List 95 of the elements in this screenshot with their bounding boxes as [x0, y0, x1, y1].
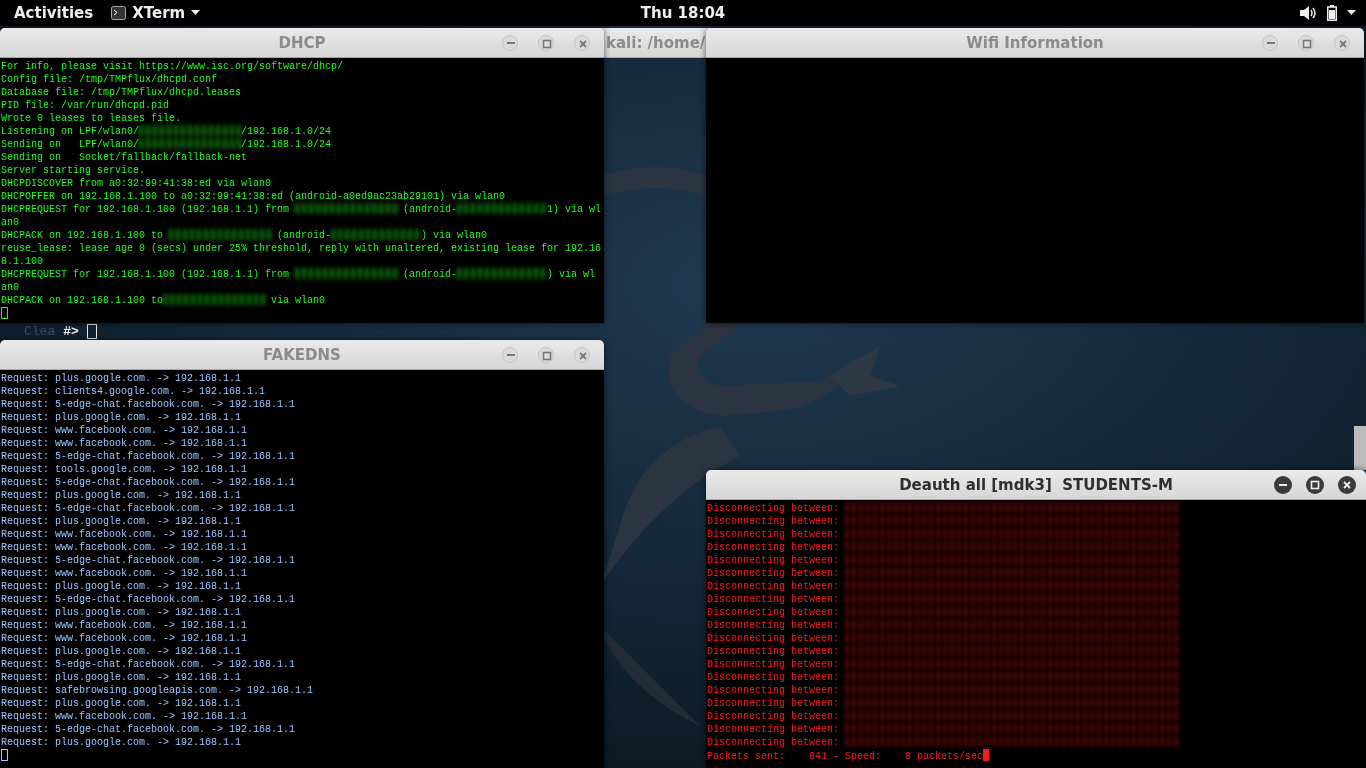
terminal-text: Disconnecting between: — [707, 672, 841, 683]
terminal-text: Disconnecting between: — [707, 659, 841, 670]
terminal-text: Sending on LPF/wlan0/ — [1, 139, 140, 150]
caret-icon[interactable] — [1347, 10, 1356, 16]
window-title: Wifi Information — [966, 33, 1104, 52]
terminal-text: Disconnecting between: — [707, 724, 841, 735]
terminal-text: Disconnecting between: — [707, 685, 841, 696]
terminal-text: Disconnecting between: — [707, 568, 841, 579]
window-title: kali: /home/ — [606, 33, 706, 52]
terminal-text: DHCPOFFER on 192.168.1.100 to a0:32:99:41:38:ed (android-a0ed9ac23ab29101) via wlan0 — [1, 191, 506, 202]
terminal-text: Request: clients4.google.com. -> 192.168.1.1 — [1, 386, 266, 397]
terminal-text: Server starting service. — [1, 165, 146, 176]
terminal-text: Request: plus.google.com. -> 192.168.1.1 — [1, 737, 242, 748]
terminal-text: Request: www.facebook.com. -> 192.168.1.1 — [1, 711, 248, 722]
terminal-text: Disconnecting between: — [707, 594, 841, 605]
terminal-text: Request: 5-edge-chat.facebook.com. -> 192.168.1.1 — [1, 555, 296, 566]
terminal-text: Disconnecting between: — [707, 698, 841, 709]
terminal-text: Disconnecting between: — [707, 529, 841, 540]
terminal-text: Request: 5-edge-chat.facebook.com. -> 192.168.1.1 — [1, 594, 296, 605]
terminal-text: Database file: /tmp/TMPflux/dhcpd.leases — [1, 87, 242, 98]
terminal-text: Request: 5-edge-chat.facebook.com. -> 192.168.1.1 — [1, 477, 296, 488]
terminal-text: Request: www.facebook.com. -> 192.168.1.1 — [1, 542, 248, 553]
terminal-text: an0 — [1, 282, 19, 293]
terminal-text: /192.168.1.0/24 — [241, 139, 332, 150]
terminal-text: DHCPREQUEST for 192.168.1.100 (192.168.1.1) from — [1, 269, 291, 280]
terminal-text: Disconnecting between: — [707, 646, 841, 657]
terminal-text: Disconnecting between: — [707, 503, 841, 514]
terminal-text: Config file: /tmp/TMPflux/dhcpd.conf — [1, 74, 218, 85]
terminal-text: Request: plus.google.com. -> 192.168.1.1 — [1, 672, 242, 683]
terminal-text: DHCPREQUEST for 192.168.1.100 (192.168.1.1) from — [1, 204, 291, 215]
terminal-text: 8.1.100 — [1, 256, 43, 267]
prompt-text: #> — [63, 324, 79, 340]
terminal-text: Request: tools.google.com. -> 192.168.1.1 — [1, 464, 248, 475]
terminal-text: ) via wlan0 — [421, 230, 488, 241]
activities-button[interactable]: Activities — [10, 4, 98, 22]
terminal-text: reuse_lease: lease age 0 (secs) under 25% threshold, reply with unaltered, existing lease for 192.16 — [1, 243, 602, 254]
terminal-text: Request: 5-edge-chat.facebook.com. -> 192.168.1.1 — [1, 451, 296, 462]
terminal-text: Request: safebrowsing.googleapis.com. -> 192.168.1.1 — [1, 685, 314, 696]
close-button[interactable] — [1338, 475, 1356, 494]
terminal-text: Wrote 0 leases to leases file. — [1, 113, 182, 124]
terminal-text: Disconnecting between: — [707, 633, 841, 644]
terminal-text: Disconnecting between: — [707, 737, 841, 748]
terminal-text: Request: 5-edge-chat.facebook.com. -> 192.168.1.1 — [1, 724, 296, 735]
terminal-text: Request: plus.google.com. -> 192.168.1.1 — [1, 516, 242, 527]
terminal-text: Packets sent: 841 - Speed: 8 packets/sec — [707, 751, 984, 762]
terminal-text: Disconnecting between: — [707, 581, 841, 592]
terminal-text: Request: plus.google.com. -> 192.168.1.1 — [1, 373, 242, 384]
terminal-text: Request: 5-edge-chat.facebook.com. -> 192.168.1.1 — [1, 399, 296, 410]
terminal-text: Disconnecting between: — [707, 516, 841, 527]
terminal-text: Request: plus.google.com. -> 192.168.1.1 — [1, 698, 242, 709]
text-cursor — [86, 324, 97, 339]
terminal-text: Request: plus.google.com. -> 192.168.1.1 — [1, 646, 242, 657]
terminal-text: Disconnecting between: — [707, 555, 841, 566]
terminal-text: Request: plus.google.com. -> 192.168.1.1 — [1, 490, 242, 501]
terminal-text: Request: 5-edge-chat.facebook.com. -> 192.168.1.1 — [1, 659, 296, 670]
terminal-text: Request: www.facebook.com. -> 192.168.1.1 — [1, 633, 248, 644]
terminal-text: DHCPACK on 192.168.1.100 to — [1, 295, 164, 306]
terminal-text: DHCPDISCOVER from a0:32:99:41:38:ed via wlan0 — [1, 178, 272, 189]
terminal-text: via wlan0 — [270, 295, 326, 306]
terminal-text: ) via wl — [547, 269, 596, 280]
terminal-text: Sending on Socket/fallback/fallback-net — [1, 152, 248, 163]
window-title: FAKEDNS — [263, 345, 341, 364]
terminal-text: Request: 5-edge-chat.facebook.com. -> 192.168.1.1 — [1, 503, 296, 514]
window-title: Deauth all [mdk3] STUDENTS-M — [899, 475, 1173, 494]
terminal-text: Request: plus.google.com. -> 192.168.1.1 — [1, 581, 242, 592]
terminal-text: Disconnecting between: — [707, 542, 841, 553]
terminal-text: /192.168.1.0/24 — [241, 126, 332, 137]
terminal-text: PID file: /var/run/dhcpd.pid — [1, 100, 170, 111]
window-title: DHCP — [278, 33, 326, 52]
terminal-text: Disconnecting between: — [707, 711, 841, 722]
terminal-text: Disconnecting between: — [707, 607, 841, 618]
terminal-text: Request: www.facebook.com. -> 192.168.1.1 — [1, 529, 248, 540]
terminal-icon — [111, 6, 127, 20]
volume-icon[interactable] — [1300, 6, 1317, 20]
terminal-text: Request: www.facebook.com. -> 192.168.1.1 — [1, 620, 248, 631]
terminal-text: Request: plus.google.com. -> 192.168.1.1 — [1, 607, 242, 618]
terminal-text: an0 — [1, 217, 19, 228]
terminal-text: (android- — [276, 230, 332, 241]
terminal-text: Listening on LPF/wlan0/ — [1, 126, 140, 137]
clock[interactable]: Thu 18:04 — [636, 4, 730, 22]
terminal-text: (android- — [402, 269, 458, 280]
terminal-text: Request: www.facebook.com. -> 192.168.1.1 — [1, 438, 248, 449]
terminal-text: For info, please visit https://www.isc.org/software/dhcp/ — [1, 61, 344, 72]
maximize-button[interactable] — [1306, 475, 1324, 494]
terminal-text: (android- — [402, 204, 458, 215]
caret-icon — [191, 10, 201, 16]
terminal-text: Request: plus.google.com. -> 192.168.1.1 — [1, 412, 242, 423]
terminal-text: Request: www.facebook.com. -> 192.168.1.1 — [1, 568, 248, 579]
battery-icon[interactable] — [1327, 5, 1337, 21]
terminal-text: 1) via wl — [547, 204, 602, 215]
minimize-button[interactable] — [1274, 475, 1292, 494]
terminal-text: DHCPACK on 192.168.1.100 to — [1, 230, 165, 241]
app-menu[interactable]: XTerm — [107, 4, 205, 22]
terminal-text: Request: www.facebook.com. -> 192.168.1.1 — [1, 425, 248, 436]
terminal-text: Disconnecting between: — [707, 620, 841, 631]
